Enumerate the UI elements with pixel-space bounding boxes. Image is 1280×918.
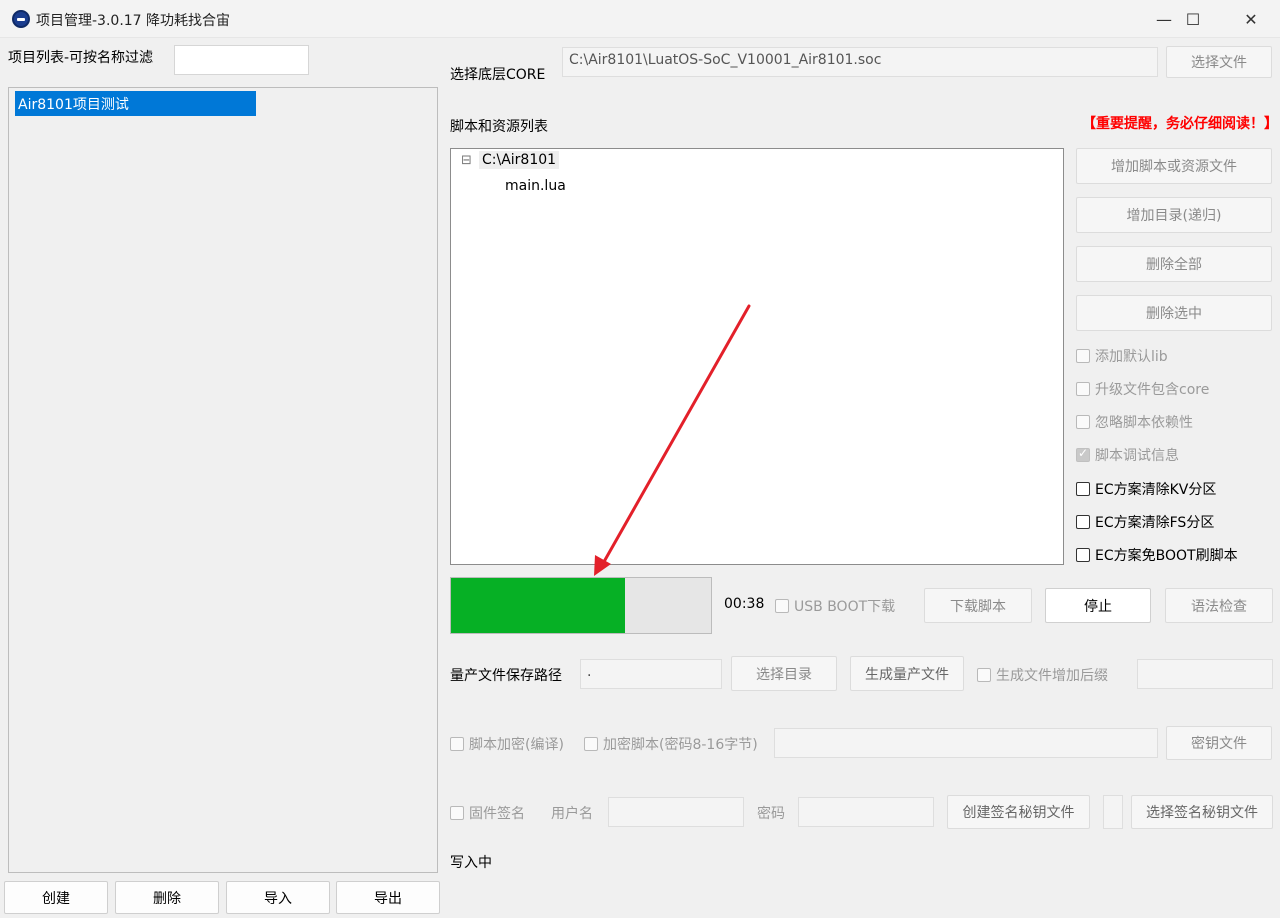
key-file-button[interactable]: 密钥文件 — [1166, 726, 1272, 760]
checkbox[interactable] — [584, 737, 598, 751]
add-directory-button[interactable]: 增加目录(递归) — [1076, 197, 1272, 233]
checkbox[interactable] — [1076, 349, 1090, 363]
option-label: 生成文件增加后缀 — [996, 668, 1108, 684]
option-clear-kv[interactable]: EC方案清除KV分区 — [1076, 479, 1216, 499]
suffix-field[interactable] — [1137, 659, 1273, 689]
project-filter-input[interactable] — [174, 45, 309, 75]
option-label: EC方案免BOOT刷脚本 — [1095, 548, 1238, 564]
option-ignore-deps[interactable]: 忽略脚本依赖性 — [1076, 412, 1193, 432]
choose-directory-button[interactable]: 选择目录 — [731, 656, 837, 691]
usb-boot-option[interactable]: USB BOOT下载 — [775, 596, 895, 616]
project-list-item[interactable]: Air8101项目测试 — [15, 91, 256, 116]
option-label: 脚本调试信息 — [1095, 448, 1179, 464]
option-label: USB BOOT下载 — [794, 599, 896, 615]
project-filter-label: 项目列表-可按名称过滤 — [8, 50, 154, 66]
mass-path-label: 量产文件保存路径 — [450, 668, 562, 684]
syntax-check-button[interactable]: 语法检查 — [1165, 588, 1273, 623]
encrypt-script-option[interactable]: 加密脚本(密码8-16字节) — [584, 734, 758, 754]
firmware-sign-option[interactable]: 固件签名 — [450, 803, 525, 823]
delete-selected-button[interactable]: 删除选中 — [1076, 295, 1272, 331]
username-label: 用户名 — [551, 806, 593, 822]
password-label: 密码 — [757, 806, 785, 822]
checkbox[interactable] — [977, 668, 991, 682]
create-sign-key-button[interactable]: 创建签名秘钥文件 — [947, 795, 1090, 829]
option-no-boot[interactable]: EC方案免BOOT刷脚本 — [1076, 545, 1238, 565]
checkbox[interactable] — [1076, 446, 1090, 462]
status-text: 写入中 — [450, 855, 492, 871]
script-tree[interactable]: ⊟ C:\Air8101 main.lua — [450, 148, 1064, 576]
option-debug-info[interactable]: 脚本调试信息 — [1076, 445, 1179, 465]
core-path-field[interactable]: C:\Air8101\LuatOS-SoC_V10001_Air8101.soc — [562, 47, 1158, 77]
important-notice-link[interactable]: 【重要提醒，务必仔细阅读！】 — [1082, 113, 1278, 133]
option-label: 添加默认lib — [1095, 349, 1168, 365]
checkbox[interactable] — [1076, 515, 1090, 529]
generate-mass-file-button[interactable]: 生成量产文件 — [850, 656, 964, 691]
download-script-button[interactable]: 下载脚本 — [924, 588, 1032, 623]
close-button[interactable]: ✕ — [1222, 0, 1280, 38]
window-title: 项目管理-3.0.17 降功耗找合宙 — [36, 13, 231, 29]
password-field[interactable] — [798, 797, 934, 827]
project-list[interactable]: Air8101项目测试 — [8, 87, 438, 873]
option-label: EC方案清除KV分区 — [1095, 482, 1217, 498]
checkbox[interactable] — [1076, 548, 1090, 562]
progress-fill — [451, 578, 626, 633]
suffix-option[interactable]: 生成文件增加后缀 — [977, 665, 1108, 685]
checkbox[interactable] — [450, 806, 464, 820]
encrypt-password-field[interactable] — [774, 728, 1158, 758]
select-sign-key-button[interactable]: 选择签名秘钥文件 — [1131, 795, 1273, 829]
create-button[interactable]: 创建 — [4, 881, 108, 914]
add-script-file-button[interactable]: 增加脚本或资源文件 — [1076, 148, 1272, 184]
option-label: EC方案清除FS分区 — [1095, 515, 1215, 531]
checkbox[interactable] — [775, 599, 789, 613]
scripts-label: 脚本和资源列表 — [450, 119, 548, 135]
username-field[interactable] — [608, 797, 744, 827]
delete-project-button[interactable]: 删除 — [115, 881, 219, 914]
export-button[interactable]: 导出 — [336, 881, 440, 914]
checkbox[interactable] — [1076, 382, 1090, 396]
sign-key-path-field[interactable] — [1103, 795, 1123, 829]
mass-path-field[interactable]: . — [580, 659, 722, 689]
maximize-button[interactable]: ☐ — [1164, 0, 1222, 38]
app-logo-icon — [12, 10, 30, 28]
option-label: 加密脚本(密码8-16字节) — [603, 737, 758, 753]
core-label: 选择底层CORE — [450, 67, 546, 83]
option-include-core[interactable]: 升级文件包含core — [1076, 379, 1209, 399]
option-label: 升级文件包含core — [1095, 382, 1210, 398]
delete-all-button[interactable]: 删除全部 — [1076, 246, 1272, 282]
option-add-default-lib[interactable]: 添加默认lib — [1076, 346, 1168, 366]
checkbox[interactable] — [450, 737, 464, 751]
stop-button[interactable]: 停止 — [1045, 588, 1151, 623]
checkbox[interactable] — [1076, 415, 1090, 429]
import-button[interactable]: 导入 — [226, 881, 330, 914]
annotation-arrow — [594, 304, 751, 576]
checkbox[interactable] — [1076, 482, 1090, 496]
option-label: 忽略脚本依赖性 — [1095, 415, 1193, 431]
option-label: 脚本加密(编译) — [469, 737, 564, 753]
option-clear-fs[interactable]: EC方案清除FS分区 — [1076, 512, 1214, 532]
compile-encrypt-option[interactable]: 脚本加密(编译) — [450, 734, 564, 754]
elapsed-time: 00:38 — [724, 596, 765, 612]
choose-core-file-button[interactable]: 选择文件 — [1166, 46, 1272, 78]
progress-bar — [450, 577, 712, 634]
option-label: 固件签名 — [469, 806, 525, 822]
